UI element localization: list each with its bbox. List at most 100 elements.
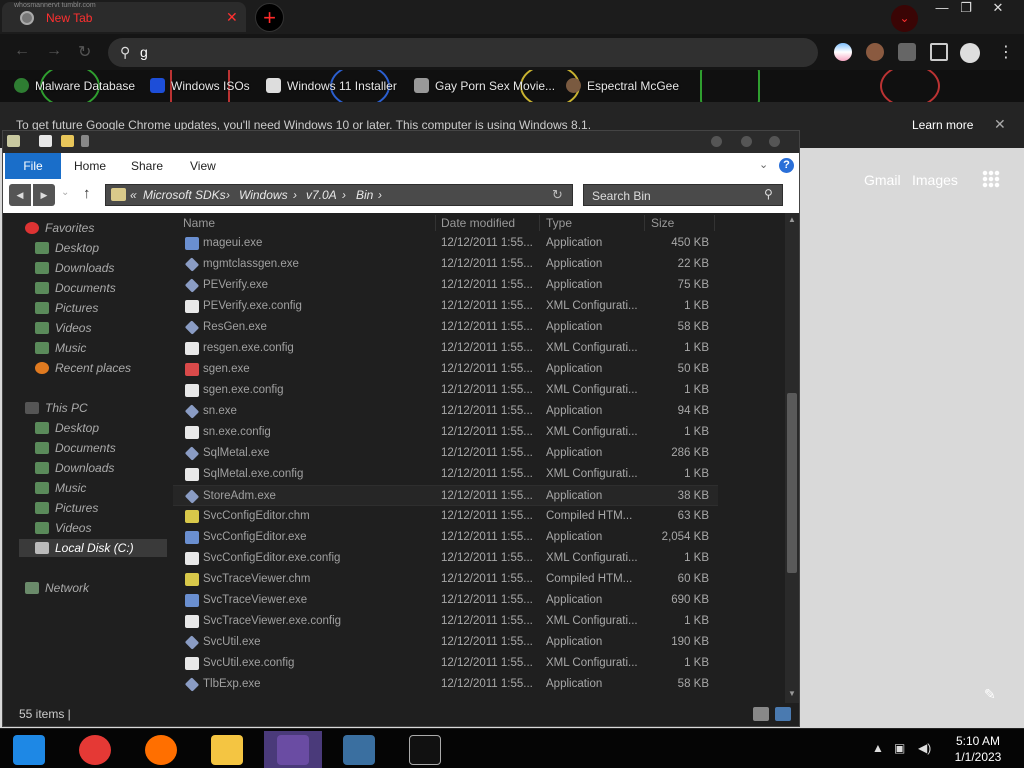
column-separator[interactable] [714, 215, 715, 231]
breadcrumb-separator[interactable]: › [293, 188, 297, 202]
taskbar-button[interactable] [66, 731, 124, 768]
table-row[interactable]: SvcTraceViewer.exe 12/12/2011 1:55... Appl… [173, 590, 718, 611]
table-row[interactable]: mgmtclassgen.exe 12/12/2011 1:55... Applic… [173, 254, 718, 275]
bookmark-espectral-mcgee[interactable]: Espectral McGee [566, 78, 679, 93]
close-window-button[interactable]: ✕ [982, 0, 1014, 18]
table-row[interactable]: StoreAdm.exe 12/12/2011 1:55... Applicatio… [173, 485, 718, 506]
tab-new-tab[interactable]: whosmannervt tumblr.com New Tab ✕ [2, 2, 246, 32]
up-arrow-icon[interactable]: ↑ [83, 185, 91, 202]
breadcrumb-separator[interactable]: › [226, 188, 230, 202]
column-separator[interactable] [644, 215, 645, 231]
address-bar[interactable]: ⚲ g [108, 38, 818, 67]
scroll-thumb[interactable] [787, 393, 797, 573]
table-row[interactable]: PEVerify.exe 12/12/2011 1:55... Applicatio… [173, 275, 718, 296]
images-link[interactable]: Images [912, 172, 958, 188]
table-row[interactable]: sn.exe.config 12/12/2011 1:55... XML Confi… [173, 422, 718, 443]
infobar-close-icon[interactable]: ✕ [994, 116, 1006, 133]
show-hidden-icons-icon[interactable]: ▲ [872, 741, 884, 755]
column-type[interactable]: Type [546, 213, 572, 233]
new-tab-button[interactable]: + [255, 3, 284, 32]
tab-search-icon[interactable]: ⌄ [891, 5, 918, 32]
maximize-button[interactable] [741, 136, 752, 147]
search-box[interactable]: Search Bin ⚲ [583, 184, 783, 206]
table-row[interactable]: SvcConfigEditor.chm 12/12/2011 1:55... Com… [173, 506, 718, 527]
table-row[interactable]: SvcConfigEditor.exe.config 12/12/2011 1:5… [173, 548, 718, 569]
minimize-button[interactable] [711, 136, 722, 147]
breadcrumb-separator[interactable]: › [378, 188, 382, 202]
nav-pc-local-disk[interactable]: Local Disk (C:) [19, 539, 167, 557]
extension-avatar-icon[interactable] [866, 43, 884, 61]
side-panel-icon[interactable] [930, 43, 948, 61]
table-row[interactable]: SvcUtil.exe.config 12/12/2011 1:55... XML … [173, 653, 718, 674]
table-row[interactable]: TlbExp.exe 12/12/2011 1:55... Application 5… [173, 674, 718, 695]
breadcrumb-overflow[interactable]: « [130, 188, 137, 202]
table-row[interactable]: PEVerify.exe.config 12/12/2011 1:55... XML… [173, 296, 718, 317]
breadcrumb[interactable]: « Microsoft SDKs › Windows › v7.0A › Bin… [105, 184, 573, 206]
tab-close-icon[interactable]: ✕ [226, 9, 238, 26]
column-size[interactable]: Size [651, 213, 674, 233]
tab-view[interactable]: View [190, 159, 216, 173]
table-row[interactable]: sgen.exe 12/12/2011 1:55... Application 50 … [173, 359, 718, 380]
new-folder-icon[interactable] [61, 135, 74, 147]
taskbar-button[interactable] [0, 731, 58, 768]
taskbar-button[interactable] [330, 731, 388, 768]
taskbar-button[interactable] [198, 731, 256, 768]
table-row[interactable]: mageui.exe 12/12/2011 1:55... Application 4… [173, 233, 718, 254]
google-apps-icon[interactable] [982, 170, 1000, 188]
recent-locations-icon[interactable]: ⌄ [61, 187, 69, 198]
back-arrow-icon[interactable]: ← [14, 42, 30, 60]
column-separator[interactable] [435, 215, 436, 231]
back-arrow-icon[interactable]: ◀ [9, 184, 31, 206]
table-row[interactable]: ResGen.exe 12/12/2011 1:55... Application 5… [173, 317, 718, 338]
extensions-puzzle-icon[interactable] [898, 43, 916, 61]
table-row[interactable]: SqlMetal.exe 12/12/2011 1:55... Applicatio… [173, 443, 718, 464]
customize-toolbar-icon[interactable] [81, 135, 89, 147]
table-row[interactable]: SvcUtil.exe 12/12/2011 1:55... Application… [173, 632, 718, 653]
column-date-modified[interactable]: Date modified [441, 213, 515, 233]
table-row[interactable]: SvcTraceViewer.chm 12/12/2011 1:55... Comp… [173, 569, 718, 590]
breadcrumb-microsoft-sdks[interactable]: Microsoft SDKs [143, 188, 226, 202]
taskbar-button[interactable] [132, 731, 190, 768]
profile-avatar-icon[interactable] [960, 43, 980, 63]
bookmark-windows-isos[interactable]: Windows ISOs [150, 78, 250, 93]
reload-icon[interactable]: ↻ [78, 42, 91, 62]
search-placeholder[interactable]: Search Bin [592, 189, 651, 203]
close-button[interactable] [769, 136, 780, 147]
forward-arrow-icon[interactable]: ▶ [33, 184, 55, 206]
scroll-up-icon[interactable]: ▲ [787, 215, 797, 224]
table-row[interactable]: resgen.exe.config 12/12/2011 1:55... XML C… [173, 338, 718, 359]
properties-icon[interactable] [39, 135, 52, 147]
extension-flag-icon[interactable] [834, 43, 852, 61]
tab-file[interactable]: File [5, 153, 61, 179]
tab-home[interactable]: Home [74, 159, 106, 173]
volume-icon[interactable]: ◀) [918, 741, 931, 755]
expand-ribbon-icon[interactable]: ⌄ [759, 158, 768, 171]
customize-pencil-icon[interactable]: ✎ [984, 686, 996, 703]
gmail-link[interactable]: Gmail [864, 172, 901, 188]
chrome-menu-icon[interactable]: ⋮ [998, 42, 1014, 62]
table-row[interactable]: sgen.exe.config 12/12/2011 1:55... XML Con… [173, 380, 718, 401]
taskbar-button[interactable] [264, 731, 322, 768]
scroll-down-icon[interactable]: ▼ [787, 689, 797, 698]
taskbar-button[interactable] [396, 731, 454, 768]
refresh-icon[interactable]: ↻ [552, 187, 563, 203]
breadcrumb-windows[interactable]: Windows [239, 188, 288, 202]
large-icons-view-icon[interactable] [775, 707, 791, 721]
table-row[interactable]: sn.exe 12/12/2011 1:55... Application 94 KB [173, 401, 718, 422]
breadcrumb-bin[interactable]: Bin [356, 188, 373, 202]
bookmark-site[interactable]: Gay Porn Sex Movie... [414, 78, 555, 93]
address-text[interactable]: g [140, 44, 148, 60]
breadcrumb-v7[interactable]: v7.0A [306, 188, 337, 202]
table-row[interactable]: SvcTraceViewer.exe.config 12/12/2011 1:55… [173, 611, 718, 632]
system-clock[interactable]: 5:10 AM 1/1/2023 [940, 733, 1016, 765]
search-icon[interactable]: ⚲ [764, 187, 773, 201]
learn-more-link[interactable]: Learn more [912, 118, 973, 132]
maximize-button[interactable]: ❐ [950, 0, 982, 18]
bookmark-malware-database[interactable]: Malware Database [14, 78, 135, 93]
vertical-scrollbar[interactable]: ▲ ▼ [785, 213, 799, 703]
help-icon[interactable]: ? [779, 158, 794, 173]
table-row[interactable]: SvcConfigEditor.exe 12/12/2011 1:55... App… [173, 527, 718, 548]
table-row[interactable]: SqlMetal.exe.config 12/12/2011 1:55... XML… [173, 464, 718, 485]
details-view-icon[interactable] [753, 707, 769, 721]
breadcrumb-separator[interactable]: › [342, 188, 346, 202]
